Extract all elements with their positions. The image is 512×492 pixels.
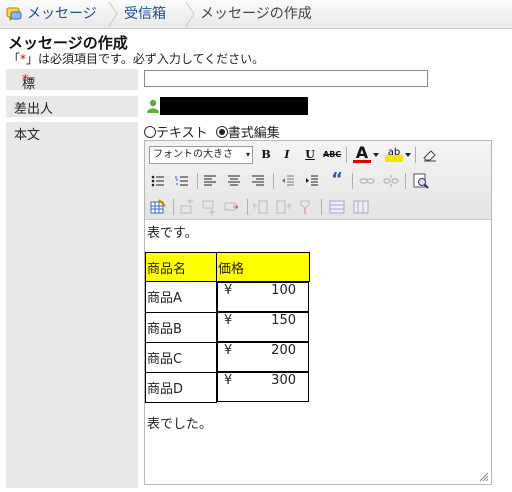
insert-row-before-icon[interactable]	[179, 199, 195, 215]
breadcrumb-current: メッセージの作成	[200, 6, 312, 22]
resize-handle-icon[interactable]	[479, 472, 489, 482]
toolbar-separator	[346, 147, 347, 163]
user-icon	[147, 99, 159, 113]
header-cell-price: 価格	[216, 252, 310, 282]
rich-format-radio[interactable]	[215, 126, 228, 138]
product-table: 商品名 価格 商品A ¥100 商品B ¥150 商品C ¥200 商品D ¥3…	[145, 252, 310, 403]
rich-format-label[interactable]: 書式編集	[228, 126, 280, 141]
link-icon[interactable]	[359, 175, 375, 187]
numbered-list-icon[interactable]	[175, 175, 189, 187]
text-color-button[interactable]: A	[353, 145, 371, 163]
price-cell: ¥150	[217, 312, 309, 342]
price-cell: ¥300	[217, 372, 309, 402]
table-row: 商品D ¥300	[145, 371, 309, 403]
insert-column-after-icon[interactable]	[275, 199, 291, 215]
editor-content[interactable]: 表です。 商品名 価格 商品A ¥100 商品B ¥150 商品C ¥200 商…	[145, 220, 491, 484]
blockquote-button[interactable]: “	[328, 171, 346, 189]
insert-table-icon[interactable]	[150, 199, 166, 215]
underline-button[interactable]: U	[301, 146, 319, 164]
outdent-icon[interactable]	[281, 175, 295, 187]
insert-column-before-icon[interactable]	[253, 199, 269, 215]
bold-button[interactable]: B	[257, 146, 275, 164]
price-value: 100	[271, 283, 296, 298]
body-label-cell: 本文	[6, 122, 138, 488]
table-row: 商品B ¥150	[145, 311, 309, 343]
price-value: 150	[271, 313, 296, 328]
required-note-text: 」は必須項目です。必ず入力してください。	[26, 52, 265, 66]
rich-text-editor: フォントの大きさ ▾ B I U ABC A ab “ 表です。 商品名 価格 …	[144, 140, 492, 485]
price-value: 200	[271, 343, 296, 358]
product-cell: 商品C	[145, 341, 217, 373]
delete-column-icon[interactable]	[297, 199, 313, 215]
toolbar-separator	[352, 173, 353, 189]
price-value: 300	[271, 373, 296, 388]
breadcrumb-inbox[interactable]: 受信箱	[124, 0, 166, 28]
header-cell-product: 商品名	[145, 252, 217, 282]
breadcrumb-home-link[interactable]: メッセージ	[27, 6, 97, 22]
merge-cells-icon[interactable]	[353, 199, 369, 215]
dropdown-arrow-icon[interactable]	[373, 153, 379, 158]
highlight-color-button[interactable]: ab	[385, 144, 403, 162]
insert-row-after-icon[interactable]	[201, 199, 217, 215]
toolbar-separator	[415, 147, 416, 163]
yen-symbol: ¥	[224, 283, 233, 298]
table-row: 商品C ¥200	[145, 341, 309, 373]
toolbar-separator	[197, 173, 198, 189]
dropdown-arrow-icon: ▾	[245, 150, 250, 159]
required-note-prefix: 「	[8, 52, 21, 66]
sender-label: 差出人	[14, 102, 54, 117]
chevron-right-icon	[108, 2, 118, 26]
bullet-list-icon[interactable]	[151, 175, 165, 187]
message-icon	[6, 7, 22, 21]
delete-row-icon[interactable]	[223, 199, 239, 215]
subject-input[interactable]	[144, 70, 428, 87]
unlink-icon[interactable]	[383, 175, 399, 187]
strikethrough-button[interactable]: ABC	[323, 146, 341, 164]
italic-button[interactable]: I	[278, 146, 296, 164]
align-center-icon[interactable]	[227, 175, 241, 187]
breadcrumb-inbox-link[interactable]: 受信箱	[124, 6, 166, 22]
body-label: 本文	[14, 128, 41, 143]
dropdown-arrow-icon[interactable]	[405, 153, 411, 158]
product-cell: 商品A	[145, 281, 217, 313]
yen-symbol: ¥	[224, 313, 233, 328]
outro-paragraph: 表でした。	[147, 417, 213, 432]
toolbar-separator	[247, 199, 248, 215]
breadcrumb: メッセージ 受信箱 メッセージの作成	[0, 0, 512, 29]
text-format-label[interactable]: テキスト	[156, 126, 208, 141]
indent-icon[interactable]	[305, 175, 319, 187]
yen-symbol: ¥	[224, 343, 233, 358]
font-size-value: フォントの大きさ	[153, 149, 233, 160]
sender-label-cell: 差出人	[6, 96, 138, 117]
intro-paragraph: 表です。	[147, 226, 198, 241]
price-cell: ¥100	[217, 282, 309, 312]
toolbar-separator	[321, 199, 322, 215]
product-cell: 商品B	[145, 311, 217, 343]
text-format-radio[interactable]	[144, 126, 156, 138]
subject-label-cell: 標題*	[6, 69, 138, 111]
preview-icon[interactable]	[413, 173, 429, 189]
format-selector: テキスト 書式編集	[144, 122, 280, 141]
breadcrumb-home[interactable]: メッセージ	[27, 0, 97, 28]
sender-name-redacted	[160, 97, 308, 115]
toolbar-separator	[173, 199, 174, 215]
subject-required-star: *	[22, 73, 29, 88]
toolbar-separator	[273, 173, 274, 189]
table-row: 商品A ¥100	[145, 281, 309, 313]
split-cells-icon[interactable]	[329, 199, 345, 215]
align-right-icon[interactable]	[251, 175, 265, 187]
eraser-icon[interactable]	[422, 148, 438, 162]
chevron-right-icon	[185, 2, 195, 26]
toolbar-separator	[405, 173, 406, 189]
editor-toolbar: フォントの大きさ ▾ B I U ABC A ab “	[145, 141, 491, 220]
yen-symbol: ¥	[224, 373, 233, 388]
table-header-row: 商品名 価格	[145, 252, 310, 282]
required-note: 「*」は必須項目です。必ず入力してください。	[8, 50, 264, 67]
product-cell: 商品D	[145, 371, 217, 403]
price-cell: ¥200	[217, 342, 309, 372]
align-left-icon[interactable]	[203, 175, 217, 187]
font-size-select[interactable]: フォントの大きさ ▾	[149, 146, 253, 164]
